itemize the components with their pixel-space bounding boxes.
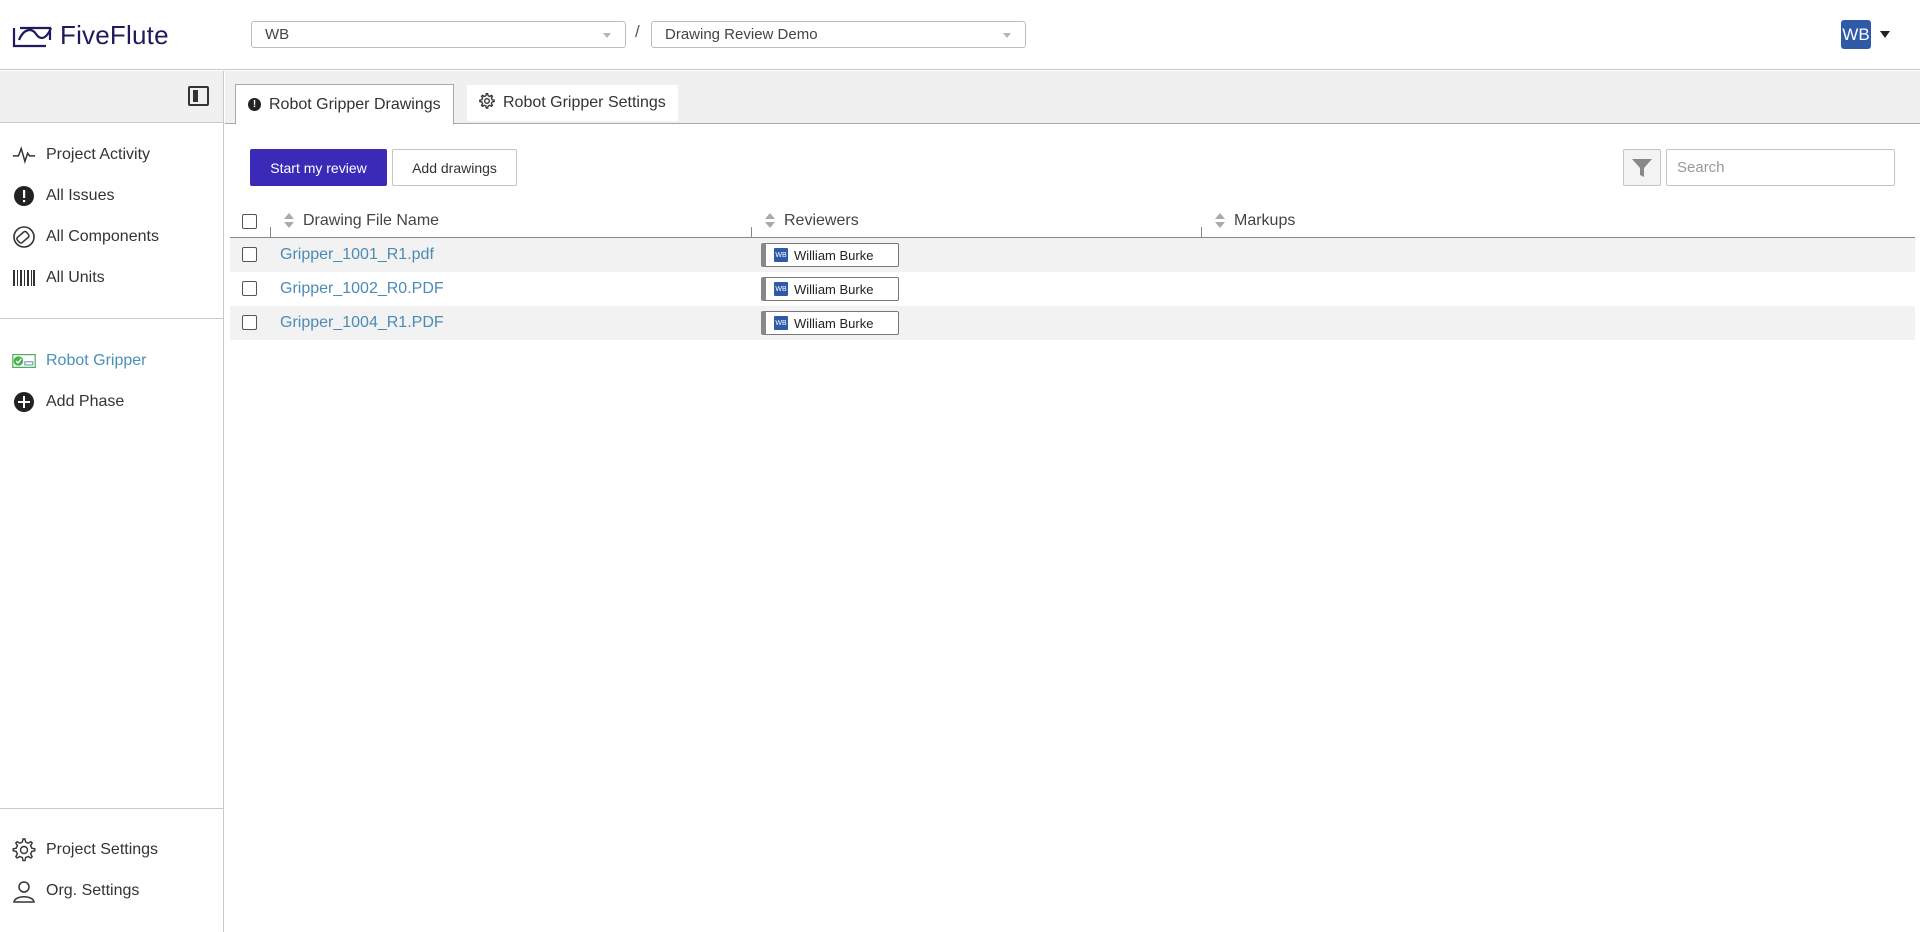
filter-icon xyxy=(1632,158,1652,177)
drawing-file-link[interactable]: Gripper_1002_R0.PDF xyxy=(280,280,444,298)
column-header-reviewers[interactable]: Reviewers xyxy=(765,212,859,230)
chevron-down-icon xyxy=(603,33,611,38)
tab-label: Robot Gripper Drawings xyxy=(269,95,441,113)
sidebar-item-all-components[interactable]: All Components xyxy=(12,225,159,249)
project-select-value: Drawing Review Demo xyxy=(665,26,818,43)
org-select[interactable]: WB xyxy=(251,21,626,48)
column-header-markups[interactable]: Markups xyxy=(1215,212,1295,230)
user-icon xyxy=(12,879,36,903)
org-select-value: WB xyxy=(265,26,290,43)
activity-icon xyxy=(12,143,36,167)
reviewer-tag[interactable]: WB William Burke xyxy=(761,277,899,301)
filter-button[interactable] xyxy=(1623,149,1661,186)
sidebar-item-all-issues[interactable]: All Issues xyxy=(12,184,114,208)
user-avatar[interactable]: WB xyxy=(1841,20,1871,49)
breadcrumb-separator: / xyxy=(635,22,640,41)
table-row: Gripper_1001_R1.pdf WB William Burke xyxy=(230,238,1915,272)
tab-bar: ! Robot Gripper Drawings Robot Gripper S… xyxy=(225,71,1920,125)
sidebar-item-all-units[interactable]: All Units xyxy=(12,266,105,290)
sidebar-divider xyxy=(0,318,224,319)
row-checkbox[interactable] xyxy=(242,247,257,262)
sidebar-item-label: All Issues xyxy=(46,187,115,204)
sidebar-add-phase[interactable]: Add Phase xyxy=(12,390,124,414)
reviewer-name: William Burke xyxy=(794,315,874,331)
sidebar-item-label: All Components xyxy=(46,228,159,245)
row-checkbox[interactable] xyxy=(242,315,257,330)
project-select[interactable]: Drawing Review Demo xyxy=(651,21,1026,48)
drawing-file-link[interactable]: Gripper_1004_R1.PDF xyxy=(280,314,444,332)
reviewer-name: William Burke xyxy=(794,281,874,297)
top-header: FiveFlute WB / Drawing Review Demo WB xyxy=(0,0,1920,70)
gear-icon xyxy=(12,838,36,862)
user-menu-caret-icon[interactable] xyxy=(1880,31,1890,38)
sidebar-phase-label: Add Phase xyxy=(46,393,125,410)
drawings-table: Drawing File Name Reviewers Markups Grip… xyxy=(230,205,1915,340)
sidebar-item-project-activity[interactable]: Project Activity xyxy=(12,143,150,167)
alert-icon xyxy=(12,184,36,208)
reviewer-tag[interactable]: WB William Burke xyxy=(761,311,899,335)
sidebar-item-project-settings[interactable]: Project Settings xyxy=(12,838,158,862)
components-icon xyxy=(12,225,36,249)
barcode-icon xyxy=(12,266,36,290)
sidebar-item-label: Project Activity xyxy=(46,146,151,163)
logo-icon xyxy=(12,26,53,47)
tab-robot-gripper-drawings[interactable]: ! Robot Gripper Drawings xyxy=(235,84,454,125)
phase-icon xyxy=(12,349,36,373)
sidebar-top xyxy=(0,71,223,123)
reviewer-avatar: WB xyxy=(774,316,788,330)
column-header-file-name[interactable]: Drawing File Name xyxy=(284,212,439,230)
add-drawings-button[interactable]: Add drawings xyxy=(392,149,517,186)
table-header: Drawing File Name Reviewers Markups xyxy=(230,205,1915,239)
chevron-down-icon xyxy=(1003,33,1011,38)
reviewer-name: William Burke xyxy=(794,247,874,263)
sidebar-item-label: Org. Settings xyxy=(46,882,140,899)
sidebar-divider xyxy=(0,808,224,809)
sort-icon xyxy=(765,213,775,229)
reviewer-avatar: WB xyxy=(774,248,788,262)
sidebar: Project Activity All Issues All Componen… xyxy=(0,71,224,932)
select-all-checkbox[interactable] xyxy=(242,214,257,229)
gear-icon xyxy=(479,92,495,114)
sidebar-phase-label: Robot Gripper xyxy=(46,352,147,369)
table-row: Gripper_1004_R1.PDF WB William Burke xyxy=(230,306,1915,340)
sidebar-item-label: All Units xyxy=(46,269,105,286)
sort-icon xyxy=(1215,213,1225,229)
drawing-file-link[interactable]: Gripper_1001_R1.pdf xyxy=(280,246,434,264)
reviewer-avatar: WB xyxy=(774,282,788,296)
sidebar-toggle-icon[interactable] xyxy=(188,86,209,106)
sidebar-item-label: Project Settings xyxy=(46,841,159,858)
plus-circle-icon xyxy=(12,390,36,414)
tab-robot-gripper-settings[interactable]: Robot Gripper Settings xyxy=(467,85,678,121)
alert-icon: ! xyxy=(248,98,261,111)
reviewer-tag[interactable]: WB William Burke xyxy=(761,243,899,267)
logo-text: FiveFlute xyxy=(60,20,169,50)
sidebar-item-org-settings[interactable]: Org. Settings xyxy=(12,879,139,903)
start-review-button[interactable]: Start my review xyxy=(250,149,387,186)
row-checkbox[interactable] xyxy=(242,281,257,296)
sidebar-phase-robot-gripper[interactable]: Robot Gripper xyxy=(12,349,147,373)
sort-icon xyxy=(284,213,294,229)
search-input[interactable] xyxy=(1666,149,1895,186)
fiveflute-logo[interactable]: FiveFlute xyxy=(12,20,169,51)
tab-label: Robot Gripper Settings xyxy=(503,94,666,111)
table-row: Gripper_1002_R0.PDF WB William Burke xyxy=(230,272,1915,306)
